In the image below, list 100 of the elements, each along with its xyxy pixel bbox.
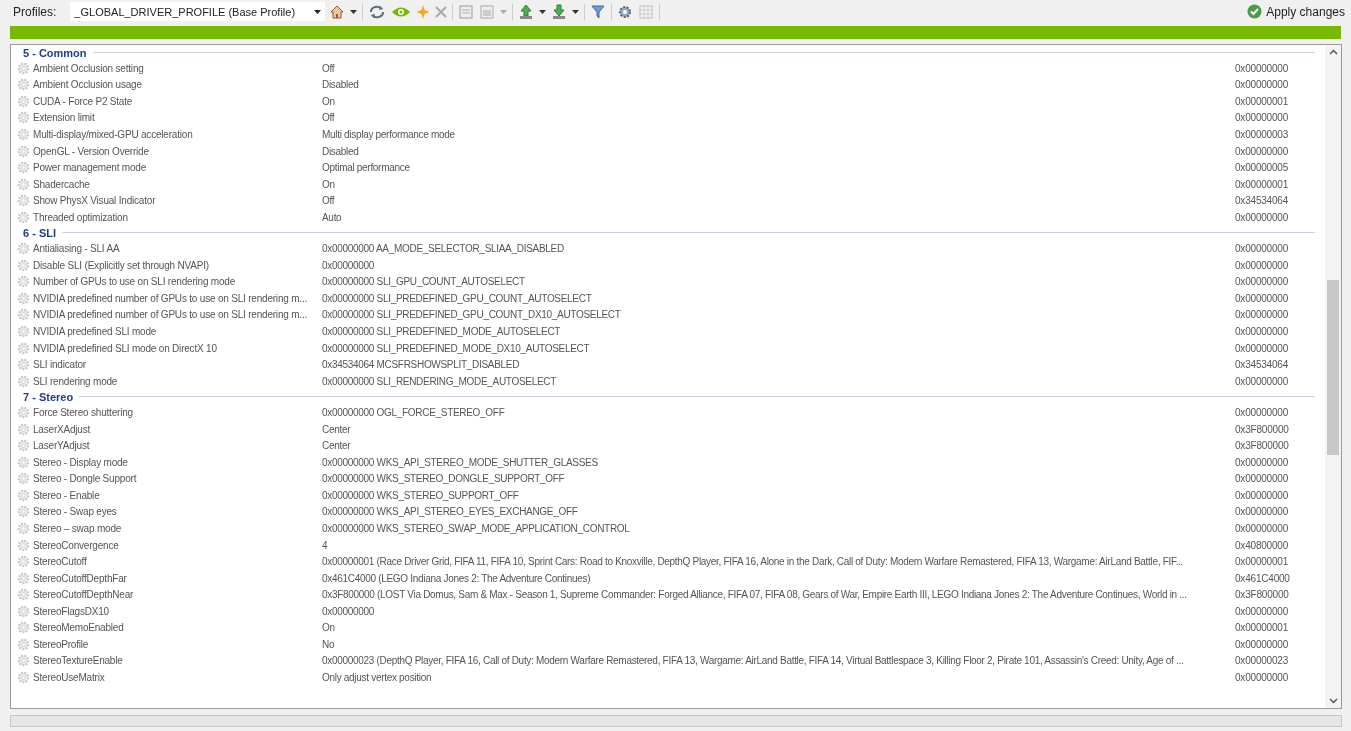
scroll-up-icon[interactable] [1328, 49, 1338, 55]
setting-name[interactable]: NVIDIA predefined number of GPUs to use on SLI rendering m... [33, 309, 322, 321]
gear-icon [17, 439, 30, 453]
setting-name[interactable]: Stereo - Display mode [33, 456, 322, 468]
setting-name[interactable]: StereoCutoffDepthNear [33, 589, 322, 601]
setting-value[interactable]: 0x00000001 (Race Driver Grid, FIFA 11, FIFA 10, Sprint Cars: Road to Knoxville, DepthQ Player, FIFA 16, Alone in the Dark, Call of Duty: Modern Warfare Remastered, FIFA 13, Wargame: AirLand Battle, FIF... [322, 556, 1235, 568]
setting-value[interactable]: 0x3F800000 (LOST Via Domus, Sam & Max - Season 1, Supreme Commander: Forged Alliance, FIFA 07, FIFA 08, Gears of War, Empire Earth III, LEGO Indiana Jones 2: The Adventure Continues, World in ... [322, 589, 1235, 601]
gear-icon [17, 422, 30, 436]
setting-name[interactable]: Multi-display/mixed-GPU acceleration [33, 128, 322, 140]
setting-value[interactable]: 0x00000000 WKS_API_STEREO_MODE_SHUTTER_GLASSES [322, 456, 1235, 468]
setting-value[interactable]: 0x00000000 SLI_RENDERING_MODE_AUTOSELECT [322, 375, 1235, 387]
setting-name[interactable]: Stereo - Swap eyes [33, 506, 322, 518]
setting-name[interactable]: StereoCutoffDepthFar [33, 572, 322, 584]
setting-value[interactable]: 0x00000000 SLI_PREDEFINED_MODE_DX10_AUTOSELECT [322, 342, 1235, 354]
setting-name[interactable]: NVIDIA predefined SLI mode on DirectX 10 [33, 342, 322, 354]
setting-value[interactable]: 0x00000000 [322, 259, 1235, 271]
setting-value[interactable]: Center [322, 440, 1235, 452]
caret-icon[interactable] [539, 9, 547, 14]
setting-name[interactable]: SLI indicator [33, 359, 322, 371]
scroll-down-icon[interactable] [1328, 698, 1338, 704]
setting-value[interactable]: Optimal performance [322, 162, 1235, 174]
setting-value[interactable]: On [322, 95, 1235, 107]
setting-name[interactable]: StereoUseMatrix [33, 671, 322, 683]
setting-name[interactable]: Number of GPUs to use on SLI rendering mode [33, 276, 322, 288]
filter-icon[interactable] [590, 3, 607, 20]
setting-value[interactable]: Only adjust vertex position [322, 671, 1235, 683]
gear-icon [17, 406, 30, 420]
setting-value[interactable]: No [322, 638, 1235, 650]
setting-value[interactable]: 0x00000000 AA_MODE_SELECTOR_SLIAA_DISABLED [322, 243, 1235, 255]
setting-value[interactable]: 0x00000000 SLI_GPU_COUNT_AUTOSELECT [322, 276, 1235, 288]
setting-value[interactable]: 0x00000000 WKS_STEREO_SUPPORT_OFF [322, 489, 1235, 501]
setting-value[interactable]: 0x00000000 SLI_PREDEFINED_GPU_COUNT_AUTOSELECT [322, 292, 1235, 304]
setting-value[interactable]: Auto [322, 211, 1235, 223]
setting-value[interactable]: On [322, 622, 1235, 634]
setting-name[interactable]: Antialiasing - SLI AA [33, 243, 322, 255]
setting-value[interactable]: Center [322, 423, 1235, 435]
group-header[interactable]: 6 - SLI [23, 226, 56, 239]
setting-value[interactable]: 0x00000023 (DepthQ Player, FIFA 16, Call of Duty: Modern Warfare Remastered, FIFA 13, Wargame: AirLand Battle, FIFA 14, Virtual Battlespace 3, Killing Floor 2, Pirate 101, Assassin's Creed: Unity, Age of ... [322, 655, 1235, 667]
setting-name[interactable]: StereoFlagsDX10 [33, 605, 322, 617]
group-header[interactable]: 7 - Stereo [23, 390, 74, 403]
setting-name[interactable]: Force Stereo shuttering [33, 407, 322, 419]
setting-value[interactable]: 0x00000000 SLI_PREDEFINED_MODE_AUTOSELECT [322, 325, 1235, 337]
scrollbar-thumb[interactable] [1327, 280, 1339, 455]
setting-value[interactable]: 0x00000000 WKS_API_STEREO_EYES_EXCHANGE_OFF [322, 506, 1235, 518]
setting-value[interactable]: 0x461C4000 (LEGO Indiana Jones 2: The Adventure Continues) [322, 572, 1235, 584]
setting-name[interactable]: Extension limit [33, 112, 322, 124]
import-icon[interactable] [518, 3, 535, 20]
setting-name[interactable]: Shadercache [33, 178, 322, 190]
setting-value[interactable]: 0x00000000 SLI_PREDEFINED_GPU_COUNT_DX10_AUTOSELECT [322, 309, 1235, 321]
gear-icon [17, 161, 30, 175]
home-icon[interactable] [329, 3, 346, 20]
setting-name[interactable]: NVIDIA predefined SLI mode [33, 325, 322, 337]
export-icon[interactable] [551, 3, 568, 20]
setting-name[interactable]: Stereo - Enable [33, 489, 322, 501]
setting-name[interactable]: StereoMemoEnabled [33, 622, 322, 634]
setting-name[interactable]: Power management mode [33, 162, 322, 174]
apply-changes-button[interactable]: Apply changes [1247, 4, 1345, 19]
setting-name[interactable]: SLI rendering mode [33, 375, 322, 387]
vertical-scrollbar[interactable] [1325, 45, 1341, 708]
setting-name[interactable]: Ambient Occlusion usage [33, 79, 322, 91]
setting-name[interactable]: Threaded optimization [33, 211, 322, 223]
setting-value[interactable]: 0x00000000 WKS_STEREO_DONGLE_SUPPORT_OFF [322, 473, 1235, 485]
setting-name[interactable]: NVIDIA predefined number of GPUs to use on SLI rendering m... [33, 292, 322, 304]
setting-value[interactable]: Multi display performance mode [322, 128, 1235, 140]
setting-hex-value: 0x00000001 [1235, 95, 1289, 107]
setting-hex-value: 0x00000000 [1235, 325, 1289, 337]
setting-name[interactable]: Stereo – swap mode [33, 523, 322, 534]
setting-value[interactable]: Disabled [322, 79, 1235, 91]
setting-name[interactable]: Show PhysX Visual Indicator [33, 195, 322, 207]
setting-name[interactable]: LaserYAdjust [33, 440, 322, 452]
settings-icon[interactable] [617, 3, 634, 20]
setting-name[interactable]: Ambient Occlusion setting [33, 62, 322, 74]
horizontal-scrollbar[interactable] [10, 715, 1342, 727]
setting-value[interactable]: Off [322, 195, 1235, 207]
setting-name[interactable]: Stereo - Dongle Support [33, 473, 322, 485]
caret-icon[interactable] [572, 9, 580, 14]
gear-icon [17, 621, 30, 635]
setting-value[interactable]: 0x00000000 [322, 605, 1235, 617]
setting-name[interactable]: CUDA - Force P2 State [33, 95, 322, 107]
setting-value[interactable]: 0x00000000 OGL_FORCE_STEREO_OFF [322, 407, 1235, 419]
caret-icon[interactable] [350, 9, 358, 14]
profile-dropdown[interactable]: _GLOBAL_DRIVER_PROFILE (Base Profile) [70, 2, 326, 21]
setting-name[interactable]: LaserXAdjust [33, 423, 322, 435]
setting-value[interactable]: Disabled [322, 145, 1235, 157]
setting-value[interactable]: 4 [322, 539, 1235, 551]
setting-name[interactable]: Disable SLI (Explicitly set through NVAPI) [33, 259, 322, 271]
setting-name[interactable]: OpenGL - Version Override [33, 145, 322, 157]
setting-value[interactable]: Off [322, 62, 1235, 74]
setting-name[interactable]: StereoTextureEnable [33, 655, 322, 667]
close-icon[interactable] [435, 5, 448, 18]
setting-name[interactable]: StereoProfile [33, 638, 322, 650]
setting-value[interactable]: Off [322, 112, 1235, 124]
setting-value[interactable]: 0x34534064 MCSFRSHOWSPLIT_DISABLED [322, 359, 1235, 371]
setting-value[interactable]: 0x00000000 WKS_STEREO_SWAP_MODE_APPLICATION_CONTROL [322, 523, 1235, 534]
refresh-icon[interactable] [368, 3, 387, 20]
setting-name[interactable]: StereoCutoff [33, 556, 322, 568]
gear-icon [17, 571, 30, 585]
group-header[interactable]: 5 - Common [23, 46, 87, 59]
setting-name[interactable]: StereoConvergence [33, 539, 322, 551]
setting-value[interactable]: On [322, 178, 1235, 190]
